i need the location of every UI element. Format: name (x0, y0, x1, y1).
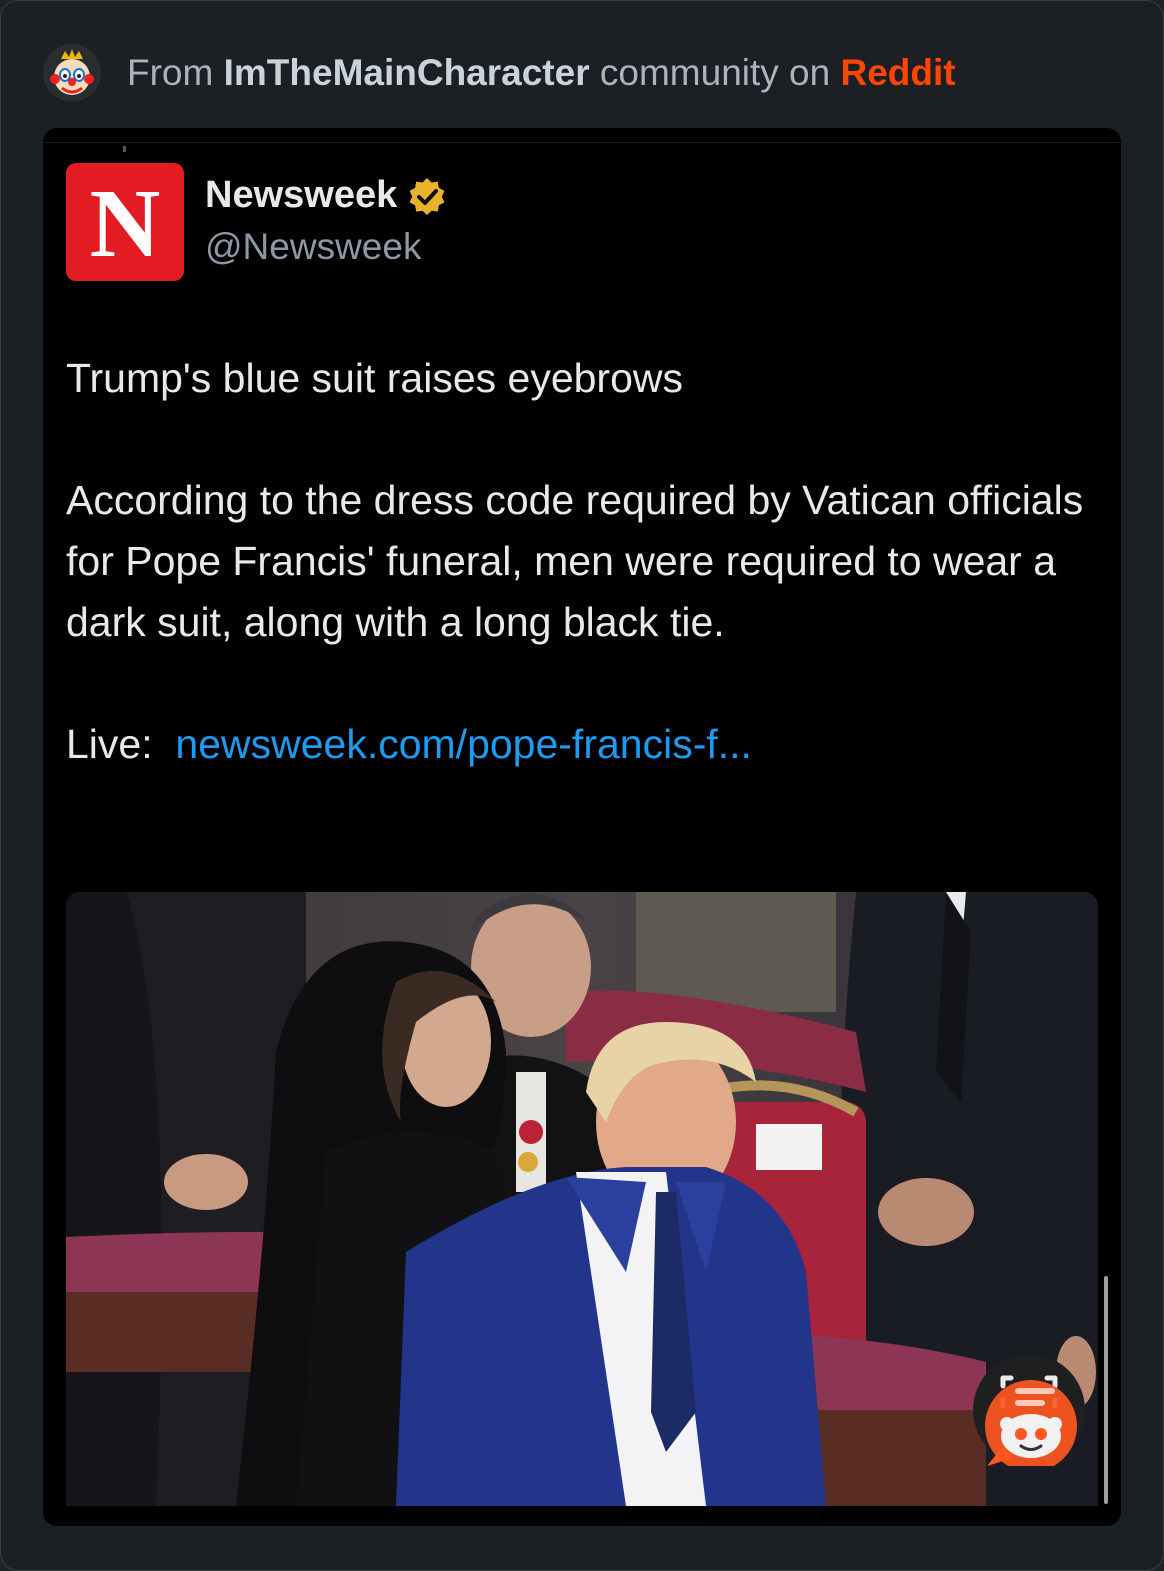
funeral-attendees-photo (66, 892, 1098, 1506)
logo-letter: N (89, 170, 161, 278)
author-name[interactable]: Newsweek (205, 174, 397, 217)
reddit-answers-button[interactable] (973, 1354, 1085, 1472)
scrollbar[interactable] (1104, 1276, 1108, 1504)
tweet-body: According to the dress code required by … (66, 477, 1084, 645)
article-link[interactable]: newsweek.com/pope-francis-f... (175, 721, 752, 767)
reddit-answers-snoo-icon (985, 1375, 1077, 1472)
verified-badge-icon (409, 177, 445, 215)
header-prefix: From (127, 52, 214, 93)
card-marker (123, 146, 126, 152)
header-middle: community on (599, 52, 831, 93)
post-frame: From ImTheMainCharacter community on Red… (0, 0, 1164, 1571)
tweet-photo[interactable] (66, 892, 1098, 1506)
card-divider (43, 142, 1121, 143)
tweet-card: N Newsweek @Newsweek Trump's blue suit r… (43, 128, 1121, 1526)
author-handle[interactable]: @Newsweek (205, 226, 421, 268)
reddit-link[interactable]: Reddit (840, 52, 955, 93)
tweet-text: Trump's blue suit raises eyebrows Accord… (66, 348, 1086, 775)
community-name-link[interactable]: ImTheMainCharacter (224, 52, 590, 93)
community-avatar[interactable] (43, 44, 101, 102)
author-name-row: Newsweek (205, 174, 447, 217)
community-header: From ImTheMainCharacter community on Red… (43, 43, 956, 103)
live-label: Live: (66, 721, 153, 767)
header-text: From ImTheMainCharacter community on Red… (127, 52, 956, 94)
newsweek-logo-avatar[interactable]: N (66, 163, 184, 281)
live-line: Live: newsweek.com/pope-francis-f... (66, 714, 1086, 775)
clown-king-icon (50, 49, 94, 95)
tweet-headline: Trump's blue suit raises eyebrows (66, 355, 683, 401)
